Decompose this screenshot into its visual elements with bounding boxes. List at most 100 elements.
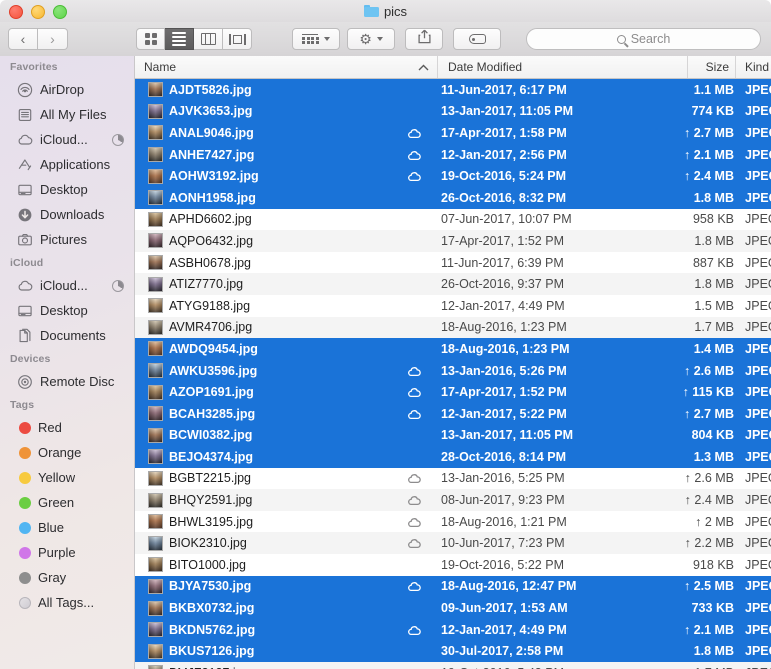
sidebar-item-downloads[interactable]: Downloads (0, 202, 134, 227)
zoom-button[interactable] (53, 5, 67, 19)
coverflow-view-button[interactable] (223, 28, 252, 50)
sidebar-item-all-my-files[interactable]: All My Files (0, 102, 134, 127)
file-kind: JPEG ima (745, 449, 771, 464)
sidebar-item-green[interactable]: Green (0, 490, 134, 515)
table-row[interactable]: BCWI0382.jpg 13-Jan-2017, 11:05 PM 804 KB J… (135, 424, 771, 447)
list-view-button[interactable] (165, 28, 194, 50)
forward-button[interactable]: › (38, 28, 68, 50)
sidebar-item-label: iCloud... (40, 278, 88, 293)
file-thumbnail-icon (148, 82, 163, 98)
sidebar[interactable]: Favorites AirDrop All My Files iCloud... App… (0, 56, 135, 669)
table-row[interactable]: ANHE7427.jpg 12-Jan-2017, 2:56 PM ↑ 2.1 MB… (135, 143, 771, 166)
table-row[interactable]: BHQY2591.jpg 08-Jun-2017, 9:23 PM ↑ 2.4 MB… (135, 489, 771, 511)
file-thumbnail-icon (148, 341, 163, 357)
file-size: ↑ 2.6 MB (684, 471, 734, 486)
minimize-button[interactable] (31, 5, 45, 19)
file-name: BKBX0732.jpg (169, 601, 255, 616)
sidebar-item-desktop[interactable]: Desktop (0, 177, 134, 202)
table-row[interactable]: BCAH3285.jpg 12-Jan-2017, 5:22 PM ↑ 2.7 MB… (135, 402, 771, 425)
icloud-status-icon (407, 149, 423, 161)
table-row[interactable]: APHD6602.jpg 07-Jun-2017, 10:07 PM 958 KB J… (135, 209, 771, 231)
table-row[interactable]: AOHW3192.jpg 19-Oct-2016, 5:24 PM ↑ 2.4 MB… (135, 165, 771, 187)
navigation-buttons: ‹ › (8, 28, 68, 50)
table-row[interactable]: BHWL3195.jpg 18-Aug-2016, 1:21 PM ↑ 2 MB JP… (135, 511, 771, 533)
action-button[interactable]: ⚙ (347, 28, 395, 50)
sidebar-item-yellow[interactable]: Yellow (0, 465, 134, 490)
file-date-modified: 19-Oct-2016, 5:24 PM (441, 169, 567, 184)
column-header-date-modified[interactable]: Date Modified (438, 56, 688, 78)
table-row[interactable]: AONH1958.jpg 26-Oct-2016, 8:32 PM 1.8 MB JP… (135, 186, 771, 209)
sidebar-item-applications[interactable]: Applications (0, 152, 134, 177)
close-button[interactable] (9, 5, 23, 19)
sidebar-item-purple[interactable]: Purple (0, 540, 134, 565)
icloud-status-icon (407, 624, 423, 636)
tags-button[interactable] (453, 28, 501, 50)
sidebar-item-airdrop[interactable]: AirDrop (0, 77, 134, 102)
sidebar-item-red[interactable]: Red (0, 415, 134, 440)
table-row[interactable]: ANAL9046.jpg 17-Apr-2017, 1:58 PM ↑ 2.7 MB… (135, 122, 771, 144)
file-date-modified: 09-Jun-2017, 1:53 AM (441, 601, 568, 616)
sidebar-item-desktop[interactable]: Desktop (0, 298, 134, 323)
file-name: APHD6602.jpg (169, 212, 252, 227)
file-kind: JPEG ima (745, 579, 771, 594)
table-row[interactable]: AVMR4706.jpg 18-Aug-2016, 1:23 PM 1.7 MB JP… (135, 316, 771, 339)
all-my-files-icon (17, 107, 33, 123)
file-rows[interactable]: AJDT5826.jpg 11-Jun-2017, 6:17 PM 1.1 MB JP… (135, 79, 771, 669)
table-row[interactable]: AZOP1691.jpg 17-Apr-2017, 1:52 PM ↑ 115 KB… (135, 381, 771, 403)
table-row[interactable]: BEJO4374.jpg 28-Oct-2016, 8:14 PM 1.3 MB JP… (135, 446, 771, 468)
file-date-modified: 13-Jan-2017, 11:05 PM (441, 428, 574, 443)
table-row[interactable]: BKUS7126.jpg 30-Jul-2017, 2:58 PM 1.8 MB JP… (135, 640, 771, 663)
table-row[interactable]: ATYG9188.jpg 12-Jan-2017, 4:49 PM 1.5 MB JP… (135, 295, 771, 317)
sidebar-item-pictures[interactable]: Pictures (0, 227, 134, 252)
column-view-button[interactable] (194, 28, 223, 50)
sidebar-item-blue[interactable]: Blue (0, 515, 134, 540)
arrange-button[interactable] (292, 28, 340, 50)
sidebar-item-icloud[interactable]: iCloud... (0, 273, 134, 298)
sidebar-item-gray[interactable]: Gray (0, 565, 134, 590)
table-row[interactable]: BKBX0732.jpg 09-Jun-2017, 1:53 AM 733 KB JP… (135, 597, 771, 619)
table-row[interactable]: AQPO6432.jpg 17-Apr-2017, 1:52 PM 1.8 MB JP… (135, 230, 771, 252)
table-row[interactable]: BITO1000.jpg 19-Oct-2016, 5:22 PM 918 KB JP… (135, 554, 771, 576)
column-header-size[interactable]: Size (688, 56, 736, 78)
table-row[interactable]: BGBT2215.jpg 13-Jan-2016, 5:25 PM ↑ 2.6 MB… (135, 468, 771, 490)
tag-color-dot-icon (19, 471, 31, 484)
icon-view-button[interactable] (136, 28, 165, 50)
share-button[interactable] (405, 28, 443, 50)
column-header-kind[interactable]: Kind (736, 56, 771, 78)
tag-color-dot-icon (19, 546, 31, 559)
file-kind: JPEG ima (745, 363, 771, 378)
file-name: AOHW3192.jpg (169, 169, 259, 184)
sidebar-item-documents[interactable]: Documents (0, 323, 134, 348)
sidebar-item-orange[interactable]: Orange (0, 440, 134, 465)
table-row[interactable]: AJDT5826.jpg 11-Jun-2017, 6:17 PM 1.1 MB JP… (135, 79, 771, 101)
sidebar-item-icloud[interactable]: iCloud... (0, 127, 134, 152)
downloads-icon (17, 207, 33, 223)
table-row[interactable]: BKDN5762.jpg 12-Jan-2017, 4:49 PM ↑ 2.1 MB… (135, 618, 771, 641)
table-row[interactable]: ATIZ7770.jpg 26-Oct-2016, 9:37 PM 1.8 MB JP… (135, 273, 771, 295)
file-kind: JPEG ima (745, 298, 771, 313)
table-row[interactable]: ASBH0678.jpg 11-Jun-2017, 6:39 PM 887 KB JP… (135, 252, 771, 274)
file-size: ↑ 2.7 MB (683, 125, 734, 140)
file-name: BEJO4374.jpg (169, 449, 254, 464)
chevron-down-icon (376, 37, 383, 41)
back-button[interactable]: ‹ (8, 28, 38, 50)
table-row[interactable]: BJYA7530.jpg 18-Aug-2016, 12:47 PM ↑ 2.5 M… (135, 575, 771, 598)
table-row[interactable]: BMJZ3127.jpg19-Oct-2016, 5:43 PM1.7 MBJP… (135, 662, 771, 669)
table-row[interactable]: AWDQ9454.jpg 18-Aug-2016, 1:23 PM 1.4 MB JP… (135, 338, 771, 360)
file-size: ↑ 2.5 MB (683, 579, 734, 594)
file-date-modified: 12-Jan-2017, 4:49 PM (441, 298, 565, 313)
search-field[interactable]: Search (526, 28, 761, 50)
all-tags-icon (19, 596, 31, 609)
table-row[interactable]: AWKU3596.jpg 13-Jan-2016, 5:26 PM ↑ 2.6 MB… (135, 359, 771, 382)
table-row[interactable]: AJVK3653.jpg 13-Jan-2017, 11:05 PM 774 KB J… (135, 100, 771, 123)
sidebar-item-all-tags[interactable]: All Tags... (0, 590, 134, 615)
file-thumbnail-icon (148, 125, 163, 141)
sidebar-item-remote-disc[interactable]: Remote Disc (0, 369, 134, 394)
pictures-icon (17, 232, 33, 248)
sidebar-item-label: Red (38, 420, 62, 435)
file-thumbnail-icon (148, 168, 163, 184)
column-header-name[interactable]: Name (135, 56, 438, 78)
table-row[interactable]: BIOK2310.jpg 10-Jun-2017, 7:23 PM ↑ 2.2 MB… (135, 532, 771, 555)
file-size: 1.7 MB (694, 320, 734, 335)
sidebar-item-label: Desktop (40, 303, 88, 318)
